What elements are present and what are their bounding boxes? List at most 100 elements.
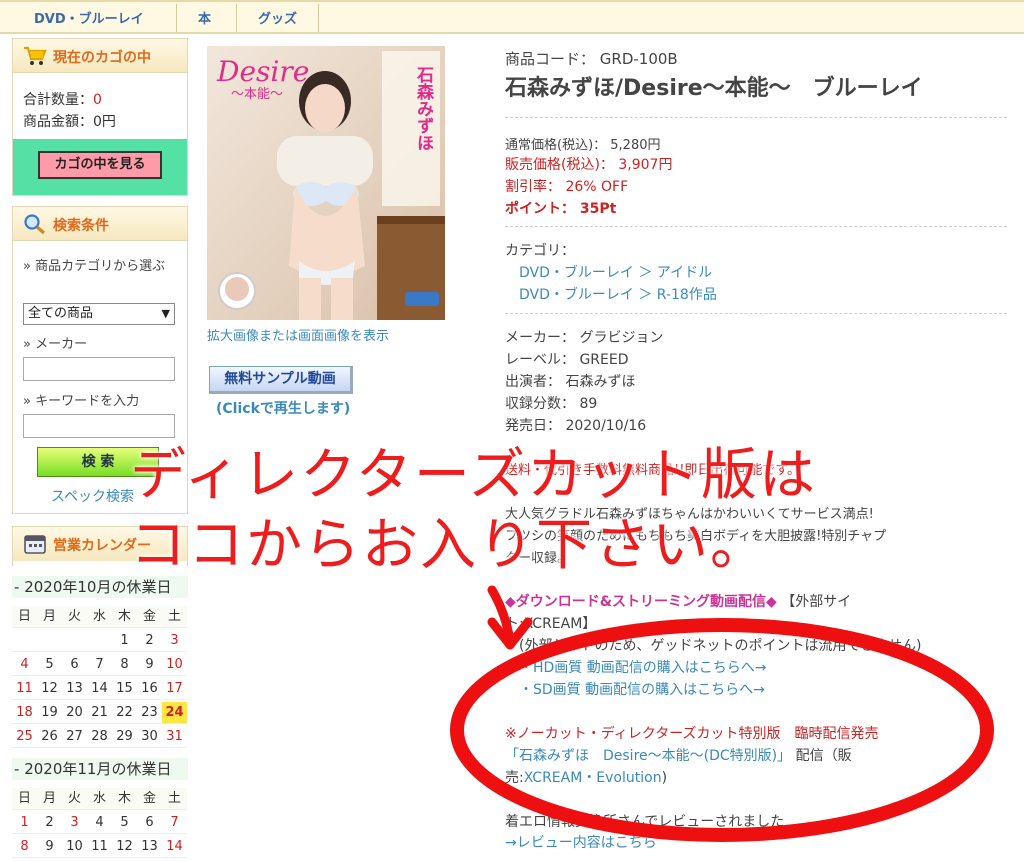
dc-edition-rest: 配信（販 bbox=[795, 748, 852, 764]
calendar-day: 5 bbox=[37, 654, 62, 676]
cart-qty-label: 合計数量： bbox=[23, 92, 93, 108]
review-note: 着エロ情報交換所さんでレビューされました bbox=[505, 814, 785, 830]
calendar-day: 4 bbox=[87, 812, 112, 834]
calendar-day: 12 bbox=[112, 836, 137, 858]
calendar-month-title: - 2020年11月の休業日 bbox=[12, 758, 188, 780]
hd-purchase-link[interactable]: ・HD画質 動画配信の購入はこちらへ→ bbox=[519, 657, 767, 677]
category-link-r18[interactable]: DVD・ブルーレイ ＞ R-18作品 bbox=[519, 284, 717, 304]
nav-divider bbox=[236, 4, 237, 32]
calendar-day: 27 bbox=[62, 726, 87, 748]
maker-label: » メーカー bbox=[23, 333, 87, 352]
top-nav: DVD・ブルーレイ 本 グッズ bbox=[0, 0, 1024, 34]
calendar-weekday: 日 bbox=[12, 788, 37, 810]
calendar-weekday: 金 bbox=[137, 606, 162, 628]
view-cart-button[interactable]: カゴの中を見る bbox=[38, 151, 162, 179]
points: ポイント： 35Pt bbox=[505, 201, 617, 217]
calendar-day bbox=[62, 630, 87, 652]
divider bbox=[505, 313, 1007, 314]
xcream-link[interactable]: XCREAM・Evolution bbox=[524, 770, 662, 786]
calendar-day: 2 bbox=[37, 812, 62, 834]
nav-tab-dvd[interactable]: DVD・ブルーレイ bbox=[34, 8, 144, 27]
sd-purchase-link[interactable]: ・SD画質 動画配信の購入はこちらへ→ bbox=[519, 679, 765, 699]
calendar-day: 1 bbox=[12, 812, 37, 834]
nav-tab-books[interactable]: 本 bbox=[198, 8, 211, 27]
maker-label-text: メーカー bbox=[35, 337, 88, 352]
calendar-day: 16 bbox=[137, 678, 162, 700]
calendar-week-row: 4 5 6 7 8 9 10 bbox=[12, 654, 188, 676]
calendar-day: 3 bbox=[62, 812, 87, 834]
calendar-day: 11 bbox=[12, 678, 37, 700]
cart-qty-value: 0 bbox=[93, 92, 102, 108]
magnifier-icon bbox=[24, 214, 46, 235]
calendar-week-row: 8 9 10 11 12 13 14 bbox=[12, 836, 188, 858]
calendar-day: 23 bbox=[137, 702, 162, 724]
performer-value: 出演者： 石森みずほ bbox=[505, 374, 636, 390]
nav-tab-goods[interactable]: グッズ bbox=[258, 8, 297, 27]
calendar-day: 24 bbox=[162, 702, 187, 724]
calendar-day: 8 bbox=[12, 836, 37, 858]
calendar-day: 10 bbox=[162, 654, 187, 676]
calendar-day: 10 bbox=[62, 836, 87, 858]
chevron-icon: » bbox=[23, 394, 31, 409]
calendar-weekday: 木 bbox=[112, 606, 137, 628]
category-link-idol[interactable]: DVD・ブルーレイ ＞ アイドル bbox=[519, 262, 712, 282]
keyword-label: » キーワードを入力 bbox=[23, 390, 139, 409]
chevron-down-icon: ▼ bbox=[161, 307, 170, 320]
discount-rate: 割引率： 26% OFF bbox=[505, 179, 629, 195]
calendar-day: 13 bbox=[62, 678, 87, 700]
calendar-day: 11 bbox=[87, 836, 112, 858]
calendar-weekday: 土 bbox=[162, 606, 187, 628]
cover-title: Desire bbox=[216, 55, 309, 88]
calendar-day: 18 bbox=[12, 702, 37, 724]
divider bbox=[505, 226, 1007, 227]
cover-name: 石森みずほ bbox=[413, 66, 435, 151]
review-link[interactable]: →レビュー内容はこちら bbox=[505, 832, 657, 852]
download-heading: ◆ダウンロード&ストリーミング動画配信◆ 【外部サイ bbox=[505, 591, 851, 611]
calendar-day: 19 bbox=[37, 702, 62, 724]
dc-edition-line: 売:XCREAM・Evolution) bbox=[505, 767, 667, 787]
calendar-week-row: 11 12 13 14 15 16 17 bbox=[12, 678, 188, 700]
calendar-day: 9 bbox=[137, 654, 162, 676]
calendar-day: 15 bbox=[112, 678, 137, 700]
dc-edition-link[interactable]: 「石森みずほ Desire〜本能〜(DC特別版)」 bbox=[505, 748, 791, 764]
category-selected: 全ての商品 bbox=[28, 306, 94, 321]
calendar-weekday: 火 bbox=[62, 606, 87, 628]
cart-box: 現在のカゴの中 合計数量：0 商品金額：0円 カゴの中を見る bbox=[12, 38, 188, 196]
calendar-day: 29 bbox=[112, 726, 137, 748]
calendar-weekday-row: 日月火水木金土 bbox=[12, 606, 188, 628]
calendar-day: 26 bbox=[37, 726, 62, 748]
sample-play-note[interactable]: (Clickで再生します) bbox=[216, 398, 350, 418]
nov-title: 2020年11月の休業日 bbox=[24, 760, 172, 778]
calendar-day bbox=[87, 630, 112, 652]
calendar-week-row: 18 19 20 21 22 23 24 bbox=[12, 702, 188, 724]
calendar-week-row: 25 26 27 28 29 30 31 bbox=[12, 726, 188, 748]
calendar-weekday: 月 bbox=[37, 788, 62, 810]
spec-search-link[interactable]: スペック検索 bbox=[51, 486, 134, 506]
calendar-day: 14 bbox=[87, 678, 112, 700]
download-heading-text: ◆ダウンロード&ストリーミング動画配信◆ bbox=[505, 594, 777, 610]
cart-box-header: 現在のカゴの中 bbox=[13, 39, 187, 73]
download-heading-tail: 【外部サイ bbox=[781, 594, 852, 610]
cart-title: 現在のカゴの中 bbox=[53, 50, 151, 66]
list-price: 通常価格(税込)： 5,280円 bbox=[505, 138, 661, 153]
calendar-week-row: 123 bbox=[12, 630, 188, 652]
cart-icon bbox=[24, 46, 47, 65]
nav-divider bbox=[318, 4, 319, 32]
product-image[interactable]: Desire 〜本能〜 石森みずほ bbox=[207, 46, 445, 320]
dc-edition-prefix: 売: bbox=[505, 770, 524, 786]
maker-input[interactable] bbox=[23, 357, 175, 381]
overlay-line-1: ディレクターズカット版は bbox=[130, 443, 818, 508]
chevron-icon: » bbox=[23, 337, 31, 352]
category-label: » 商品カテゴリから選ぶ bbox=[23, 257, 173, 277]
search-box-header: 検索条件 bbox=[13, 207, 187, 241]
cart-button-area: カゴの中を見る bbox=[13, 139, 187, 195]
free-sample-button[interactable]: 無料サンプル動画 bbox=[209, 366, 353, 394]
category-select[interactable]: 全ての商品 ▼ bbox=[23, 303, 175, 325]
calendar-day: 17 bbox=[162, 678, 187, 700]
calendar-day: 2 bbox=[137, 630, 162, 652]
calendar-weekday: 水 bbox=[87, 606, 112, 628]
enlarge-image-link[interactable]: 拡大画像または画面画像を表示 bbox=[207, 325, 389, 344]
calendar-day: 8 bbox=[112, 654, 137, 676]
product-code: 商品コード： GRD-100B bbox=[505, 50, 678, 68]
chevron-icon: » bbox=[23, 259, 31, 274]
